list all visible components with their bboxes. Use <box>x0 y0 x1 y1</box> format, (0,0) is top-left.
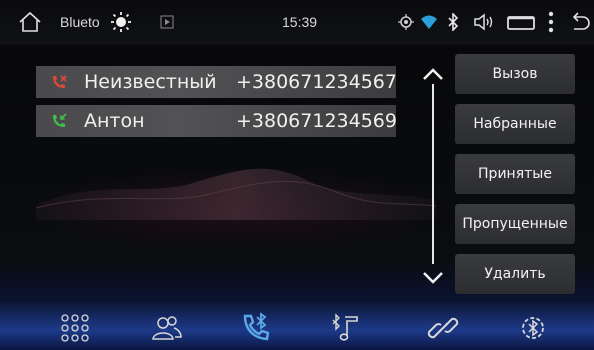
bluetooth-settings-icon[interactable] <box>516 311 550 345</box>
contacts-icon[interactable] <box>150 311 184 345</box>
call-button[interactable]: Вызов <box>455 54 575 94</box>
clock: 15:39 <box>282 14 318 30</box>
missed-call-icon <box>53 75 67 88</box>
phone-screen: Blueto 15:39 Неизвестный +380671234567 А… <box>0 0 594 350</box>
caller-name: Антон <box>84 110 145 132</box>
call-list-item[interactable]: Неизвестный +380671234567 <box>36 66 397 98</box>
received-call-icon <box>53 113 67 127</box>
caller-number: +380671234567 <box>236 71 397 93</box>
received-calls-button[interactable]: Принятые <box>455 154 575 194</box>
brightness-icon[interactable] <box>110 0 132 44</box>
more-menu-icon[interactable] <box>548 0 554 44</box>
status-bar: Blueto 15:39 <box>0 0 594 44</box>
media-play-icon <box>160 0 174 44</box>
bottom-navigation <box>0 305 594 350</box>
dialed-calls-button[interactable]: Набранные <box>455 104 575 144</box>
audio-wave-decoration <box>36 168 436 220</box>
scroll-up-icon[interactable] <box>421 66 445 82</box>
missed-calls-button[interactable]: Пропущенные <box>455 204 575 244</box>
scroll-down-icon[interactable] <box>421 270 445 286</box>
bluetooth-status-label: Blueto <box>60 14 100 30</box>
link-icon[interactable] <box>426 311 460 345</box>
wifi-icon <box>420 0 438 44</box>
bluetooth-phone-icon[interactable] <box>240 311 274 345</box>
caller-name: Неизвестный <box>84 71 217 93</box>
volume-icon[interactable] <box>473 0 495 44</box>
scroll-track[interactable] <box>432 84 434 264</box>
location-icon <box>398 0 414 44</box>
call-list-item[interactable]: Антон +380671234569 <box>36 105 397 137</box>
bluetooth-music-icon[interactable] <box>330 311 364 345</box>
home-icon[interactable] <box>18 0 42 44</box>
caller-number: +380671234569 <box>236 110 397 132</box>
window-icon[interactable] <box>507 0 535 44</box>
back-icon[interactable] <box>568 0 592 44</box>
bluetooth-icon <box>447 0 459 44</box>
apps-grid-icon[interactable] <box>58 311 92 345</box>
delete-button[interactable]: Удалить <box>455 254 575 294</box>
